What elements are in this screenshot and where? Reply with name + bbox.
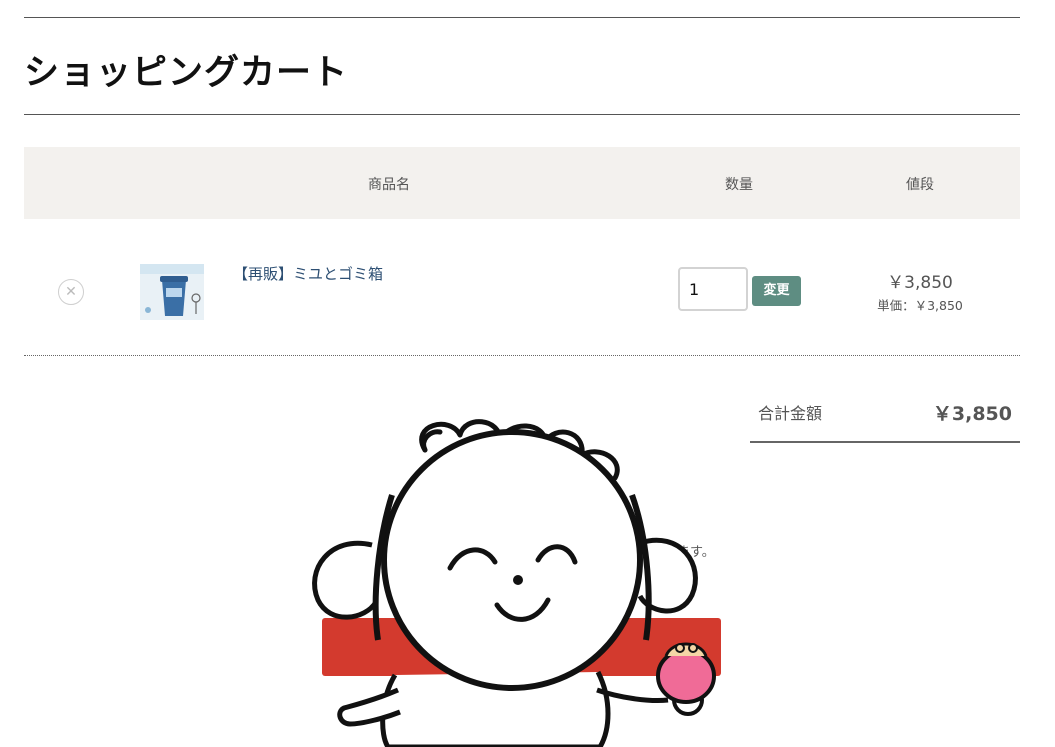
top-divider	[24, 17, 1020, 18]
close-circle-icon: ✕	[65, 284, 77, 300]
quantity-input[interactable]	[678, 267, 748, 311]
header-price: 値段	[906, 177, 934, 193]
update-quantity-button[interactable]: 変更	[752, 276, 801, 306]
mascot-illustration	[312, 419, 716, 747]
row-divider	[24, 355, 1020, 356]
header-quantity: 数量	[725, 177, 753, 193]
item-price: ￥3,850	[887, 273, 953, 293]
cart-table-header: 商品名 数量 値段	[24, 147, 1020, 219]
remove-item-button[interactable]: ✕	[58, 279, 84, 305]
total-divider	[750, 441, 1020, 443]
total-label: 合計金額	[758, 404, 823, 423]
header-product: 商品名	[368, 177, 410, 193]
item-unit-price: 単価：￥3,850	[877, 298, 963, 313]
total-value: ￥3,850	[932, 403, 1012, 425]
page-title: ショッピングカート	[24, 53, 349, 93]
title-divider	[24, 114, 1020, 115]
product-name-link[interactable]: 【再販】ミユとゴミ箱	[233, 263, 383, 284]
product-thumbnail[interactable]	[136, 258, 216, 328]
